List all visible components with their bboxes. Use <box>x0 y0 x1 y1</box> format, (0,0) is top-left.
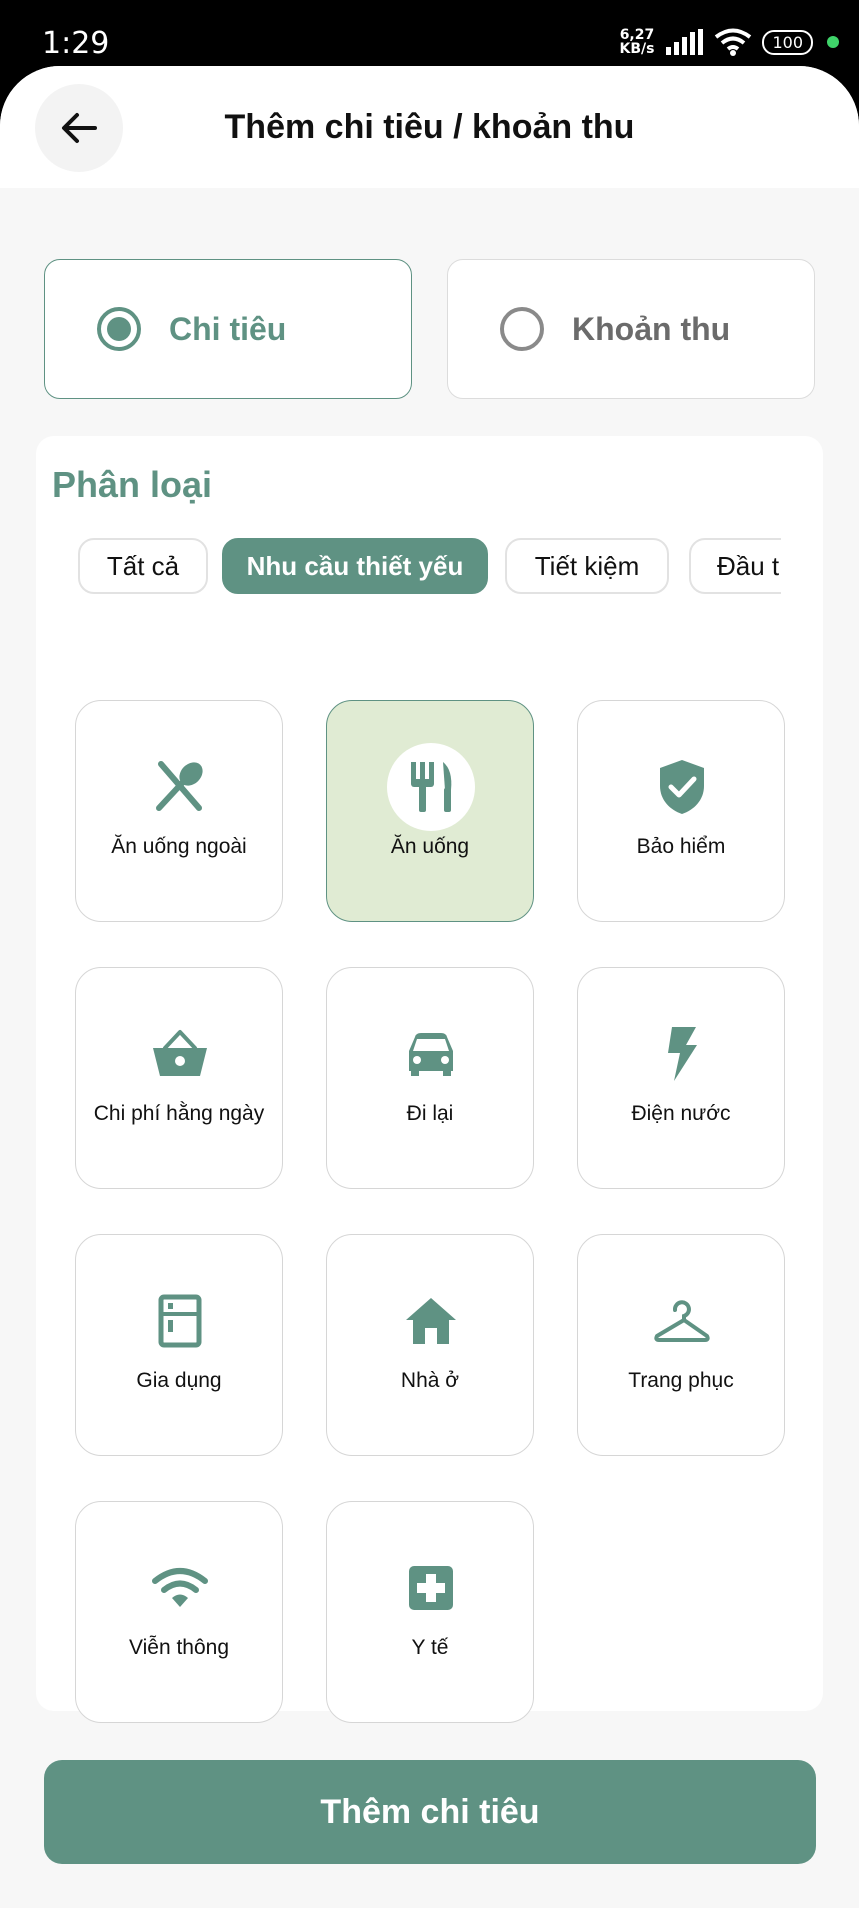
hanger-icon <box>638 1277 726 1365</box>
home-icon <box>387 1277 475 1365</box>
status-icons: 6,27 KB/s 100 <box>619 24 839 60</box>
screen: Thêm chi tiêu / khoản thu Chi tiêu Khoản… <box>0 66 859 1908</box>
signal-icon <box>666 29 704 55</box>
shield-check-icon <box>638 743 726 831</box>
category-label: Điện nước <box>631 1102 731 1125</box>
network-speed: 6,27 KB/s <box>619 28 654 56</box>
income-radio[interactable] <box>500 307 544 351</box>
expense-label: Chi tiêu <box>169 310 287 347</box>
filter-chip-essential[interactable]: Nhu cầu thiết yếu <box>222 538 488 594</box>
add-expense-button[interactable]: Thêm chi tiêu <box>44 1760 816 1864</box>
expense-option[interactable]: Chi tiêu <box>44 259 412 399</box>
wifi-icon <box>136 1544 224 1632</box>
network-speed-value: 6,27 <box>619 27 655 43</box>
income-option[interactable]: Khoản thu <box>447 259 815 399</box>
category-label: Y tế <box>411 1636 449 1659</box>
battery-indicator: 100 <box>762 29 813 55</box>
status-bar: 1:29 6,27 KB/s 100 <box>0 0 859 72</box>
fridge-icon <box>136 1277 224 1365</box>
fork-spoon-icon <box>136 743 224 831</box>
category-panel: Phân loại Tất cả Nhu cầu thiết yếu Tiết … <box>36 436 823 1723</box>
filter-chip-saving[interactable]: Tiết kiệm <box>505 538 669 594</box>
page-title: Thêm chi tiêu / khoản thu <box>224 108 635 146</box>
car-icon <box>387 1010 475 1098</box>
wifi-status-icon <box>715 28 752 56</box>
expense-radio[interactable] <box>97 307 141 351</box>
category-label: Ăn uống <box>390 835 470 858</box>
fork-knife-icon <box>387 743 475 831</box>
category-tile-household[interactable]: Gia dụng <box>75 1234 283 1456</box>
category-label: Chi phí hằng ngày <box>93 1102 265 1125</box>
category-section-title: Phân loại <box>52 464 213 505</box>
category-label: Viễn thông <box>128 1636 230 1659</box>
category-tile-housing[interactable]: Nhà ở <box>326 1234 534 1456</box>
basket-icon <box>136 1010 224 1098</box>
network-speed-unit: KB/s <box>619 41 655 57</box>
category-tile-utilities[interactable]: Điện nước <box>577 967 785 1189</box>
status-time: 1:29 <box>42 26 110 61</box>
category-tile-daily[interactable]: Chi phí hằng ngày <box>75 967 283 1189</box>
category-tile-food[interactable]: Ăn uống <box>326 700 534 922</box>
category-label: Đi lại <box>406 1102 454 1125</box>
category-tile-transport[interactable]: Đi lại <box>326 967 534 1189</box>
category-tile-clothing[interactable]: Trang phục <box>577 1234 785 1456</box>
privacy-indicator-dot <box>827 36 839 48</box>
category-label: Nhà ở <box>400 1369 460 1392</box>
app-header: Thêm chi tiêu / khoản thu <box>0 66 859 188</box>
category-tile-medical[interactable]: Y tế <box>326 1501 534 1723</box>
filter-chip-investment[interactable]: Đầu t <box>689 538 781 594</box>
category-tile-telecom[interactable]: Viễn thông <box>75 1501 283 1723</box>
category-filter-bar[interactable]: Tất cả Nhu cầu thiết yếu Tiết kiệm Đầu t <box>36 534 781 598</box>
category-label: Bảo hiểm <box>636 835 726 858</box>
category-tile-insurance[interactable]: Bảo hiểm <box>577 700 785 922</box>
income-label: Khoản thu <box>572 310 731 347</box>
category-label: Ăn uống ngoài <box>111 835 247 858</box>
category-label: Trang phục <box>628 1369 734 1392</box>
filter-chip-all[interactable]: Tất cả <box>78 538 208 594</box>
bolt-icon <box>638 1010 726 1098</box>
category-tile-eating-out[interactable]: Ăn uống ngoài <box>75 700 283 922</box>
category-label: Gia dụng <box>136 1369 222 1392</box>
medical-cross-icon <box>387 1544 475 1632</box>
